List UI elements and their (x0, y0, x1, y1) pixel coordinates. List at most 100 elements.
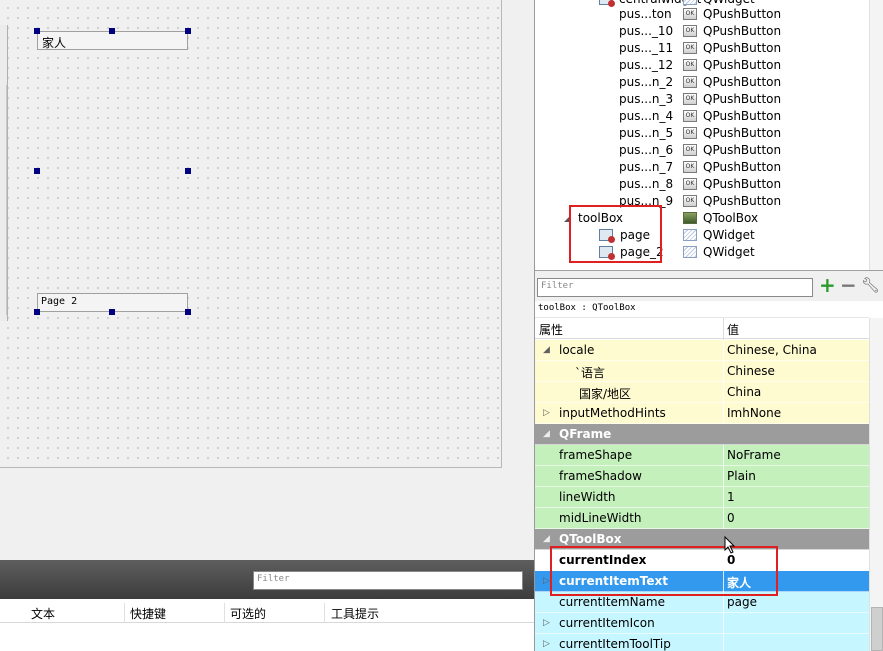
selected-object-label: toolBox : QToolBox (538, 303, 636, 313)
tree-row-pushbutton[interactable]: pus...n_5 OK QPushButton (535, 125, 869, 142)
object-class: QPushButton (703, 24, 782, 38)
expand-arrow-icon[interactable]: ◢ (543, 534, 550, 544)
property-value[interactable]: 0 (727, 511, 735, 525)
qpushbutton-icon: OK (683, 93, 697, 105)
property-value[interactable]: China (727, 385, 761, 399)
object-class: QPushButton (703, 58, 782, 72)
property-row[interactable]: 国家/地区 China (535, 382, 869, 403)
tree-row-pushbutton[interactable]: pus...ton OK QPushButton (535, 6, 869, 23)
add-dynamic-property-icon[interactable]: + (819, 274, 836, 296)
selection-handle-bottom-right[interactable] (185, 309, 191, 315)
qtoolbox-icon (683, 212, 697, 224)
property-row[interactable]: frameShadow Plain (535, 466, 869, 487)
column-header-text[interactable]: 文本 (31, 605, 55, 622)
property-value[interactable]: Chinese (727, 364, 775, 378)
tree-row-pushbutton[interactable]: pus...n_8 OK QPushButton (535, 176, 869, 193)
expand-arrow-icon[interactable]: ▷ (543, 639, 550, 649)
tree-row-pushbutton[interactable]: pus...n_7 OK QPushButton (535, 159, 869, 176)
object-name: pus...n_5 (619, 126, 674, 140)
property-row[interactable]: `语言 Chinese (535, 361, 869, 382)
action-filter-input[interactable]: Filter (253, 571, 523, 590)
property-name: `语言 (575, 366, 606, 380)
selection-handle-top[interactable] (109, 28, 115, 34)
object-name: pus...n_4 (619, 109, 674, 123)
tree-row-pushbutton[interactable]: pus...n_2 OK QPushButton (535, 74, 869, 91)
column-header-tooltip[interactable]: 工具提示 (331, 605, 379, 622)
property-value[interactable]: Chinese, China (727, 343, 817, 357)
column-header-checkable[interactable]: 可选的 (230, 605, 266, 622)
property-value[interactable]: page (727, 595, 757, 609)
object-class: QPushButton (703, 41, 782, 55)
selection-handle-left[interactable] (34, 168, 40, 174)
remove-dynamic-property-icon[interactable]: − (840, 274, 857, 296)
tree-row-page-2[interactable]: page_2 QWidget (535, 244, 869, 261)
qpushbutton-icon: OK (683, 127, 697, 139)
object-inspector-scrollbar[interactable] (869, 0, 883, 270)
tree-row-pushbutton[interactable]: pus...n_9 OK QPushButton (535, 193, 869, 210)
property-filter-input[interactable]: Filter (537, 278, 813, 297)
selection-handle-top-left[interactable] (34, 28, 40, 34)
property-row[interactable]: frameShape NoFrame (535, 445, 869, 466)
tree-row-pushbutton[interactable]: pus...n_3 OK QPushButton (535, 91, 869, 108)
object-name: pus...n_2 (619, 75, 674, 89)
selection-handle-right[interactable] (185, 168, 191, 174)
property-row[interactable]: ▷ currentItemText 家人 (535, 571, 869, 592)
property-value[interactable]: 家人 (727, 574, 751, 591)
property-name: currentItemName (559, 595, 666, 609)
property-value[interactable]: 1 (727, 490, 735, 504)
expand-arrow-icon[interactable]: ◢ (543, 429, 550, 439)
qwidget-icon (683, 229, 697, 241)
property-value[interactable]: Plain (727, 469, 756, 483)
collapse-arrow-icon[interactable]: ◢ (564, 214, 570, 223)
property-value[interactable]: NoFrame (727, 448, 781, 462)
action-table-header: 文本 快捷键 可选的 工具提示 (0, 603, 534, 623)
property-row[interactable]: ◢ locale Chinese, China (535, 340, 869, 361)
object-class: QPushButton (703, 92, 782, 106)
object-class: QWidget (703, 245, 755, 259)
object-name: pus...n_3 (619, 92, 674, 106)
selection-handle-bottom-left[interactable] (34, 309, 40, 315)
scrollbar-thumb[interactable] (871, 607, 883, 651)
property-value[interactable]: 0 (727, 553, 735, 567)
qwidget-icon (683, 246, 697, 258)
property-row[interactable]: lineWidth 1 (535, 487, 869, 508)
qpushbutton-icon: OK (683, 42, 697, 54)
expand-arrow-icon[interactable]: ▷ (543, 576, 550, 586)
property-row[interactable]: currentItemName page (535, 592, 869, 613)
selection-handle-top-right[interactable] (185, 28, 191, 34)
object-name: page_2 (620, 245, 664, 259)
widget-icon (599, 229, 615, 243)
object-class: QPushButton (703, 160, 782, 174)
property-editor-scrollbar[interactable] (869, 318, 883, 651)
object-class: QPushButton (703, 143, 782, 157)
expand-arrow-icon[interactable]: ▷ (543, 618, 550, 628)
form-widget[interactable] (0, 0, 502, 468)
property-row[interactable]: ◢ QToolBox (535, 529, 869, 550)
qpushbutton-icon: OK (683, 161, 697, 173)
tree-row-page[interactable]: page QWidget (535, 227, 869, 244)
design-canvas[interactable]: 家人 Page 2 (0, 0, 534, 560)
property-row[interactable]: currentIndex 0 (535, 550, 869, 571)
property-value[interactable]: ImhNone (727, 406, 781, 420)
property-row[interactable]: ▷ currentItemIcon (535, 613, 869, 634)
object-class: QPushButton (703, 194, 782, 208)
wrench-icon[interactable]: 🔧︎ (861, 276, 880, 294)
selection-handle-bottom[interactable] (109, 309, 115, 315)
property-row[interactable]: ▷ inputMethodHints ImhNone (535, 403, 869, 424)
value-column-header[interactable]: 值 (727, 321, 739, 338)
column-header-shortcut[interactable]: 快捷键 (130, 605, 166, 622)
tree-row-pushbutton[interactable]: pus...n_4 OK QPushButton (535, 108, 869, 125)
tree-row-pushbutton[interactable]: pus..._12 OK QPushButton (535, 57, 869, 74)
property-row[interactable]: midLineWidth 0 (535, 508, 869, 529)
property-name: QFrame (559, 427, 612, 441)
property-row[interactable]: ▷ currentItemToolTip (535, 634, 869, 651)
tree-row-pushbutton[interactable]: pus..._10 OK QPushButton (535, 23, 869, 40)
expand-arrow-icon[interactable]: ▷ (543, 408, 550, 418)
tree-row-pushbutton[interactable]: pus..._11 OK QPushButton (535, 40, 869, 57)
property-column-header[interactable]: 属性 (539, 321, 563, 338)
tree-row-toolbox[interactable]: ◢ toolBox QToolBox (535, 210, 869, 227)
expand-arrow-icon[interactable]: ◢ (543, 345, 550, 355)
object-name: pus..._11 (619, 41, 674, 55)
property-row[interactable]: ◢ QFrame (535, 424, 869, 445)
tree-row-pushbutton[interactable]: pus...n_6 OK QPushButton (535, 142, 869, 159)
